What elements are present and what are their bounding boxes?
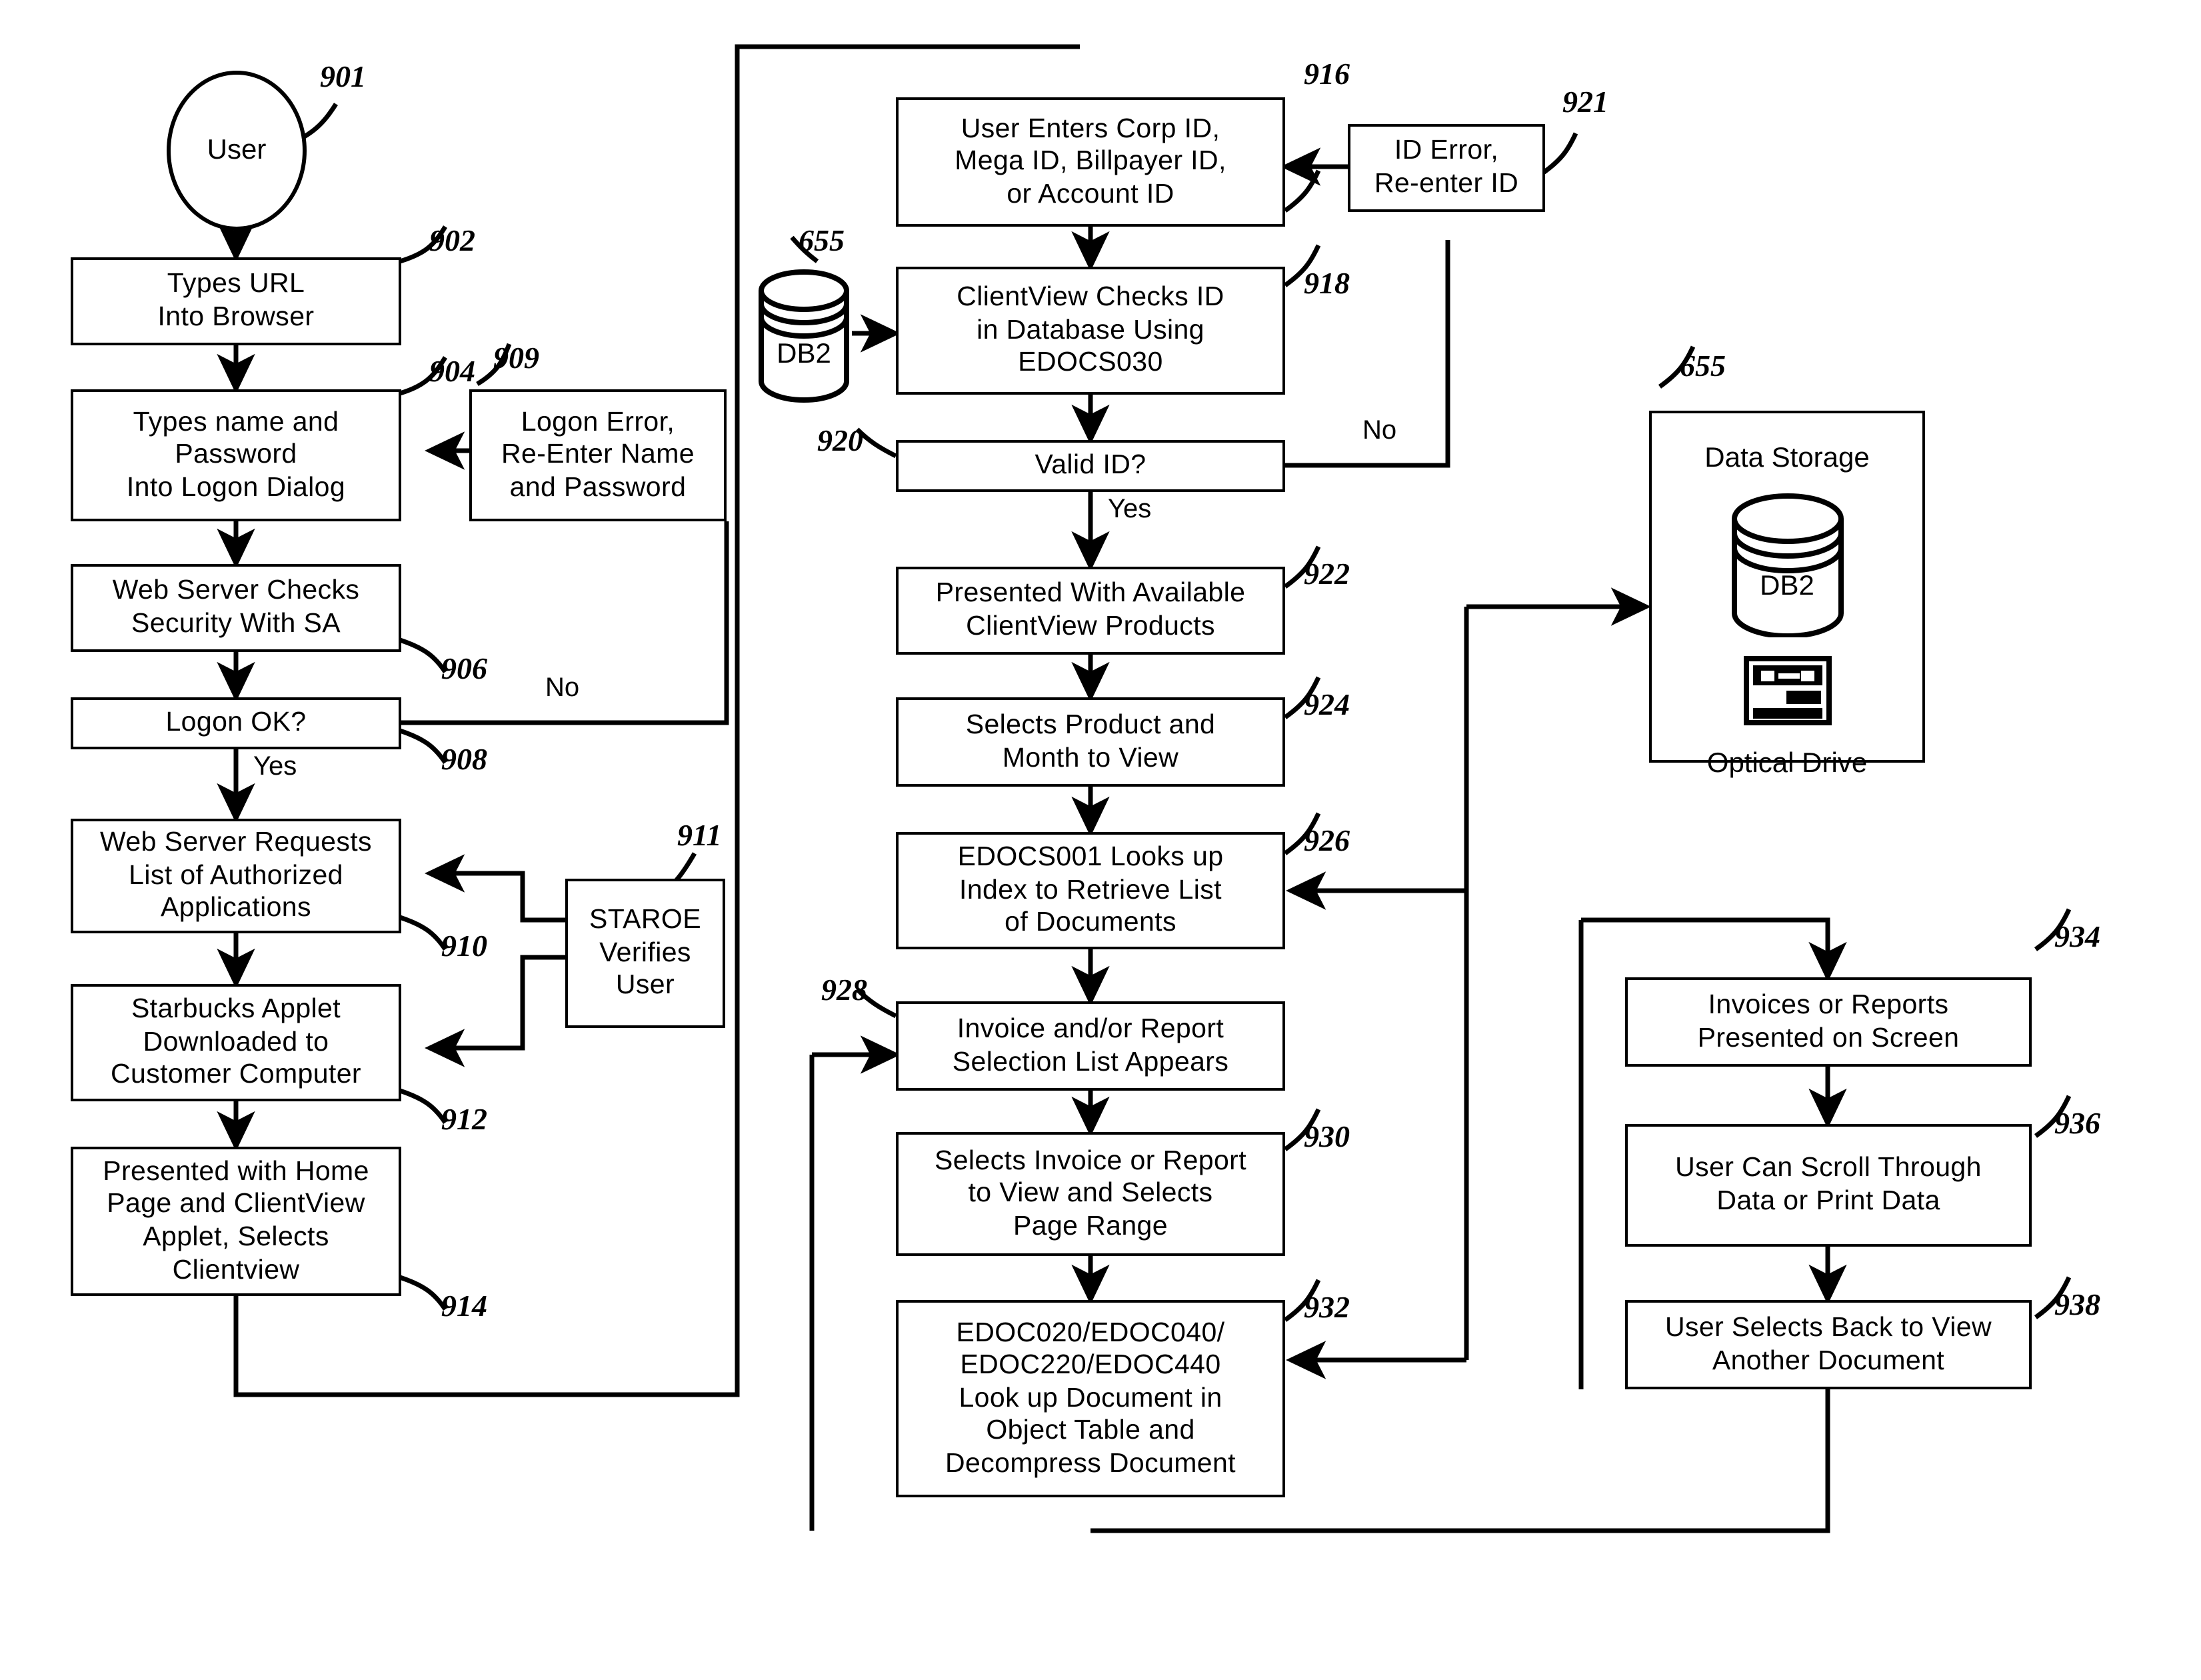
node-types-name-password[interactable]: Types name and Password Into Logon Dialo…	[71, 389, 401, 521]
node-invoice-report-selection-list[interactable]: Invoice and/or Report Selection List App…	[896, 1001, 1285, 1091]
edge-label-logon-yes: Yes	[253, 752, 297, 781]
ref-916: 916	[1304, 57, 1350, 91]
ref-924: 924	[1304, 688, 1350, 721]
node-edoc-lookup-decompress[interactable]: EDOC020/EDOC040/ EDOC220/EDOC440 Look up…	[896, 1300, 1285, 1497]
node-user-scroll-print[interactable]: User Can Scroll Through Data or Print Da…	[1625, 1124, 2032, 1247]
ref-908: 908	[441, 743, 487, 776]
node-valid-id-decision[interactable]: Valid ID?	[896, 440, 1285, 492]
node-web-server-checks-security[interactable]: Web Server Checks Security With SA	[71, 564, 401, 652]
ref-918: 918	[1304, 267, 1350, 300]
node-staroe-verifies-user[interactable]: STAROE Verifies User	[565, 879, 725, 1028]
ref-934: 934	[2054, 920, 2100, 953]
node-user-enters-ids[interactable]: User Enters Corp ID, Mega ID, Billpayer …	[896, 97, 1285, 227]
node-clientview-checks-id[interactable]: ClientView Checks ID in Database Using E…	[896, 267, 1285, 395]
ref-938: 938	[2054, 1288, 2100, 1321]
edge-label-logon-no: No	[545, 673, 580, 703]
ref-912: 912	[441, 1103, 487, 1136]
node-selects-invoice-page-range[interactable]: Selects Invoice or Report to View and Se…	[896, 1132, 1285, 1256]
node-web-server-requests-apps[interactable]: Web Server Requests List of Authorized A…	[71, 819, 401, 933]
node-id-error[interactable]: ID Error, Re-enter ID	[1348, 124, 1545, 212]
node-user-selects-back[interactable]: User Selects Back to View Another Docume…	[1625, 1300, 2032, 1389]
node-presented-home-page[interactable]: Presented with Home Page and ClientView …	[71, 1147, 401, 1296]
ref-901: 901	[320, 60, 366, 93]
ref-932: 932	[1304, 1291, 1350, 1324]
node-logon-error[interactable]: Logon Error, Re-Enter Name and Password	[469, 389, 727, 521]
node-selects-product-month[interactable]: Selects Product and Month to View	[896, 697, 1285, 787]
edge-label-validid-no: No	[1362, 416, 1397, 445]
db2-cylinder-large-label: DB2	[1760, 571, 1814, 601]
ref-655-storage: 655	[1680, 349, 1726, 383]
ref-914: 914	[441, 1289, 487, 1323]
db2-cylinder-large: DB2	[1727, 493, 1847, 639]
node-types-url[interactable]: Types URL Into Browser	[71, 257, 401, 345]
node-presented-products[interactable]: Presented With Available ClientView Prod…	[896, 567, 1285, 655]
ref-911: 911	[677, 819, 722, 852]
ref-902: 902	[429, 224, 475, 257]
ref-906: 906	[441, 652, 487, 685]
ref-909: 909	[493, 341, 539, 375]
database-cylinder-icon	[759, 269, 849, 403]
node-starbucks-applet-download[interactable]: Starbucks Applet Downloaded to Customer …	[71, 984, 401, 1101]
ref-904: 904	[429, 355, 475, 388]
ref-936: 936	[2054, 1107, 2100, 1140]
ref-920: 920	[817, 424, 863, 457]
ref-922: 922	[1304, 557, 1350, 591]
db2-cylinder-small: DB2	[756, 269, 852, 403]
node-invoices-presented-screen[interactable]: Invoices or Reports Presented on Screen	[1625, 977, 2032, 1067]
ref-928: 928	[821, 973, 867, 1007]
edge-label-validid-yes: Yes	[1108, 495, 1152, 524]
node-logon-ok-decision[interactable]: Logon OK?	[71, 697, 401, 749]
optical-drive-icon	[1743, 656, 1831, 732]
data-storage-panel: Data Storage DB2 Optical Drive	[1649, 411, 1925, 779]
ref-910: 910	[441, 929, 487, 963]
data-storage-title: Data Storage	[1704, 443, 1870, 473]
db2-cylinder-small-label: DB2	[777, 339, 831, 369]
database-cylinder-icon	[1731, 493, 1843, 639]
node-user[interactable]: User	[167, 71, 307, 231]
node-edocs001-lookup-index[interactable]: EDOCS001 Looks up Index to Retrieve List…	[896, 832, 1285, 949]
optical-drive-caption: Optical Drive	[1706, 748, 1868, 779]
ref-926: 926	[1304, 824, 1350, 857]
ref-655-small: 655	[799, 224, 845, 257]
ref-930: 930	[1304, 1120, 1350, 1153]
patent-flowchart-figure: User 901 Types URL Into Browser 902 Type…	[0, 0, 2201, 1680]
ref-921: 921	[1562, 85, 1608, 119]
